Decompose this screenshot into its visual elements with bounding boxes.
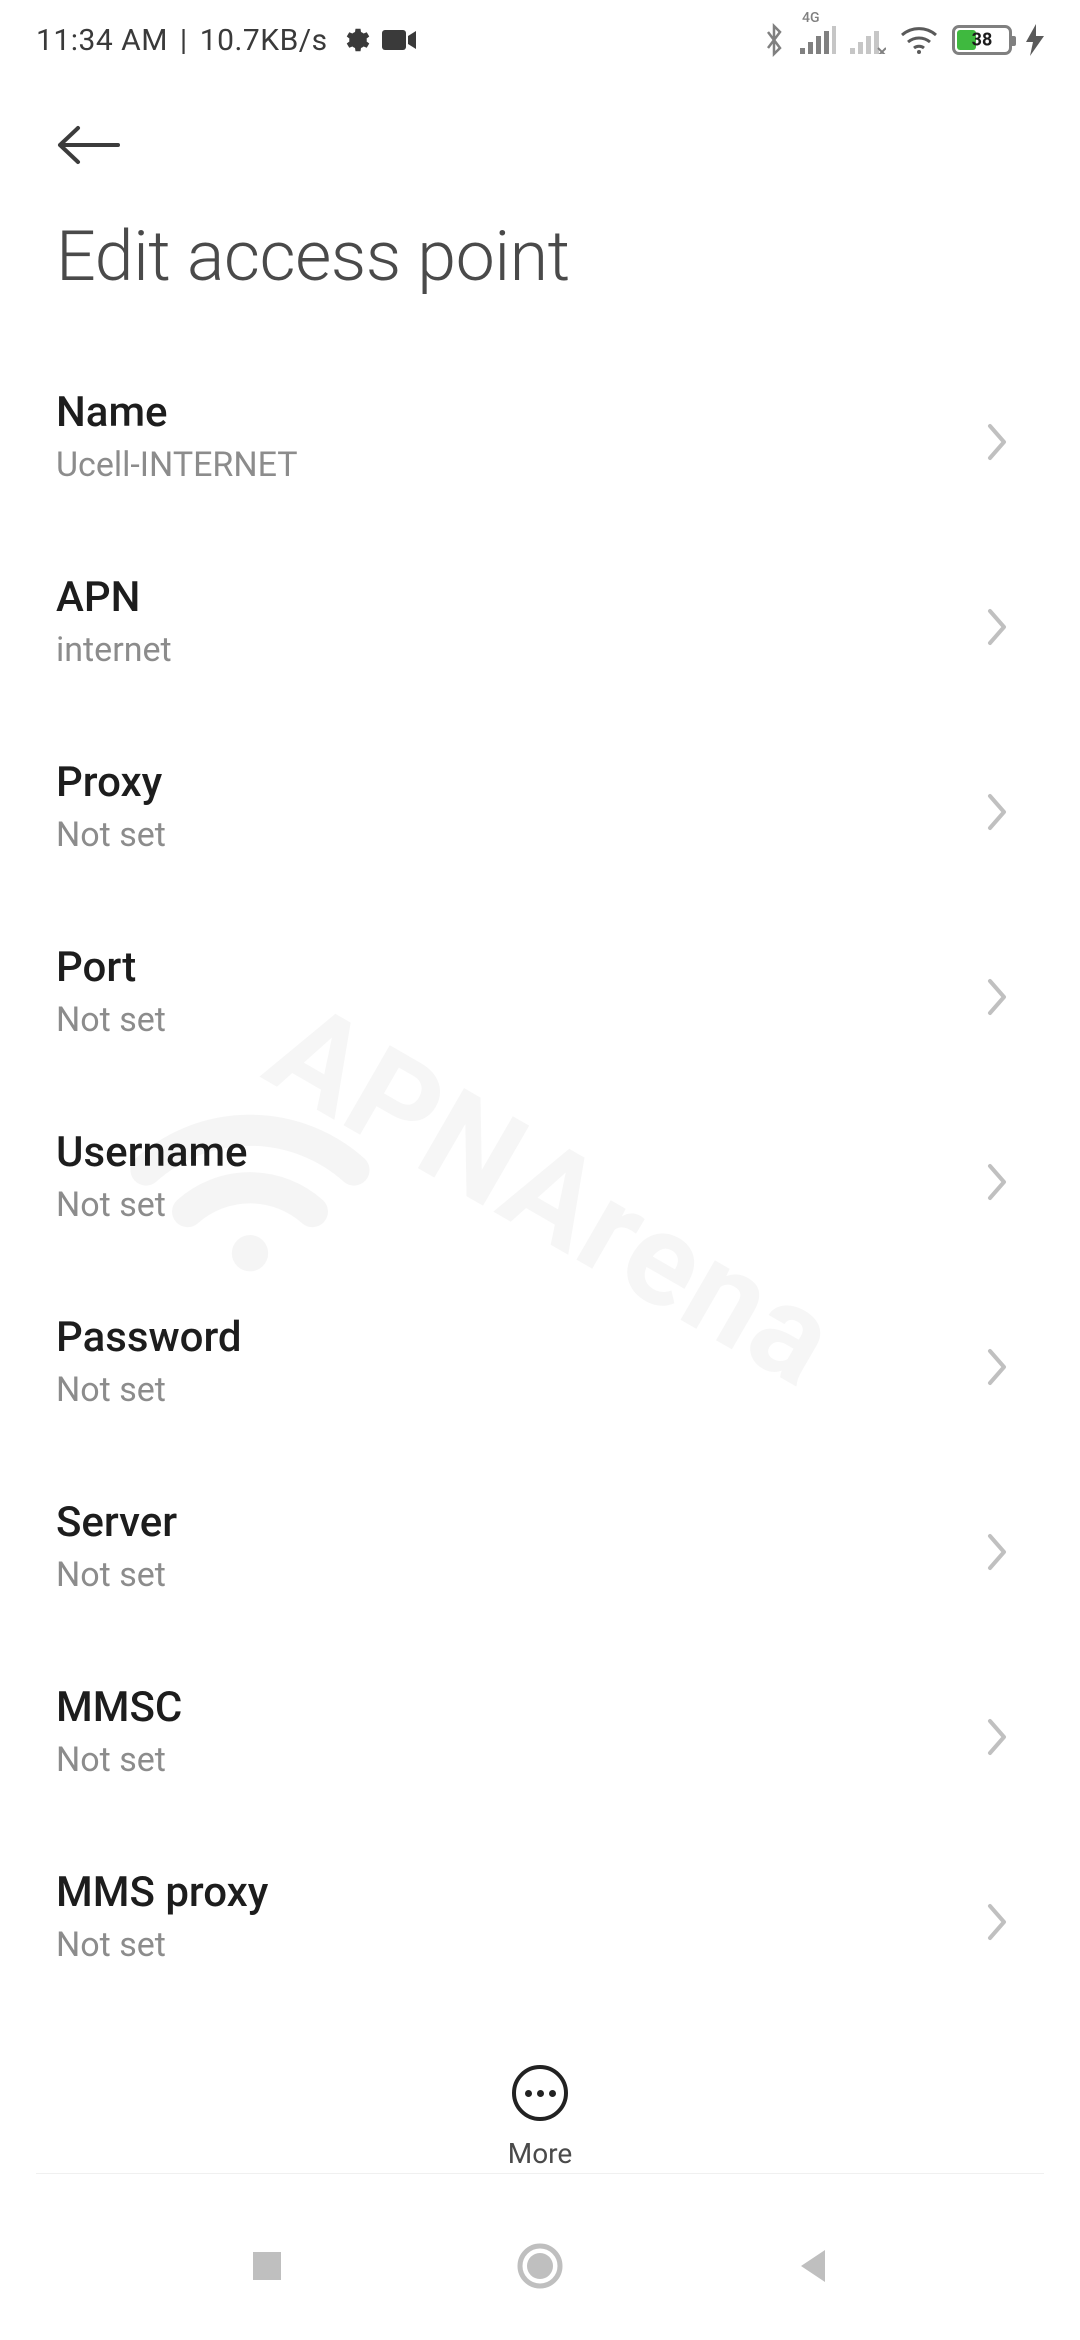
status-bar: 11:34 AM | 10.7KB/s 4G 38 [0, 0, 1080, 80]
nav-home-button[interactable] [512, 2238, 568, 2294]
nav-recents-button[interactable] [239, 2238, 295, 2294]
chevron-right-icon [984, 977, 1014, 1007]
more-dots-icon [525, 2090, 532, 2097]
chevron-right-icon [984, 607, 1014, 637]
page-title: Edit access point [0, 180, 1080, 348]
gear-icon [340, 25, 370, 55]
setting-row-apn[interactable]: APN internet [56, 533, 1024, 718]
setting-value: Not set [56, 1000, 166, 1040]
back-arrow-icon [56, 124, 120, 166]
more-button[interactable] [512, 2065, 568, 2121]
chevron-right-icon [984, 1717, 1014, 1747]
status-time: 11:34 AM [36, 23, 168, 58]
status-left: 11:34 AM | 10.7KB/s [36, 23, 416, 58]
setting-row-server[interactable]: Server Not set [56, 1458, 1024, 1643]
setting-row-port[interactable]: Port Not set [56, 903, 1024, 1088]
video-icon [382, 28, 416, 52]
circle-icon [516, 2242, 564, 2290]
signal-1-icon: 4G [800, 26, 836, 54]
setting-value: internet [56, 630, 172, 670]
setting-label: APN [56, 573, 172, 622]
setting-row-mmsc[interactable]: MMSC Not set [56, 1643, 1024, 1828]
signal-2-icon [850, 26, 886, 54]
chevron-right-icon [984, 792, 1014, 822]
setting-label: MMS proxy [56, 1868, 268, 1917]
system-nav-bar [0, 2192, 1080, 2340]
setting-row-mms-proxy[interactable]: MMS proxy Not set [56, 1828, 1024, 2013]
bottom-divider [36, 2173, 1044, 2174]
setting-value: Ucell-INTERNET [56, 445, 298, 485]
setting-value: Not set [56, 1185, 248, 1225]
settings-list: Name Ucell-INTERNET APN internet Proxy N… [0, 348, 1080, 2013]
bluetooth-icon [762, 22, 786, 58]
setting-value: Not set [56, 815, 166, 855]
chevron-right-icon [984, 1532, 1014, 1562]
wifi-icon [900, 25, 938, 55]
setting-value: Not set [56, 1555, 177, 1595]
setting-row-password[interactable]: Password Not set [56, 1273, 1024, 1458]
status-right: 4G 38 [762, 22, 1044, 58]
setting-label: Password [56, 1313, 242, 1362]
status-separator: | [180, 23, 188, 58]
status-netspeed: 10.7KB/s [200, 23, 328, 58]
back-button[interactable] [56, 110, 126, 180]
setting-label: Username [56, 1128, 248, 1177]
battery-percent: 38 [972, 30, 993, 51]
setting-label: Name [56, 388, 298, 437]
charging-icon [1026, 24, 1044, 56]
chevron-right-icon [984, 422, 1014, 452]
setting-label: Proxy [56, 758, 166, 807]
setting-value: Not set [56, 1925, 268, 1965]
chevron-right-icon [984, 1347, 1014, 1377]
square-icon [249, 2248, 285, 2284]
setting-row-proxy[interactable]: Proxy Not set [56, 718, 1024, 903]
more-label: More [508, 2137, 573, 2170]
setting-label: Port [56, 943, 166, 992]
triangle-left-icon [795, 2246, 831, 2286]
setting-value: Not set [56, 1740, 182, 1780]
app-header [0, 80, 1080, 180]
chevron-right-icon [984, 1902, 1014, 1932]
nav-back-button[interactable] [785, 2238, 841, 2294]
setting-label: Server [56, 1498, 177, 1547]
battery-icon: 38 [952, 25, 1012, 55]
signal-type-label: 4G [802, 10, 820, 26]
chevron-right-icon [984, 1162, 1014, 1192]
setting-row-name[interactable]: Name Ucell-INTERNET [56, 348, 1024, 533]
bottom-action-bar: More [0, 2065, 1080, 2170]
setting-label: MMSC [56, 1683, 182, 1732]
setting-value: Not set [56, 1370, 242, 1410]
setting-row-username[interactable]: Username Not set [56, 1088, 1024, 1273]
